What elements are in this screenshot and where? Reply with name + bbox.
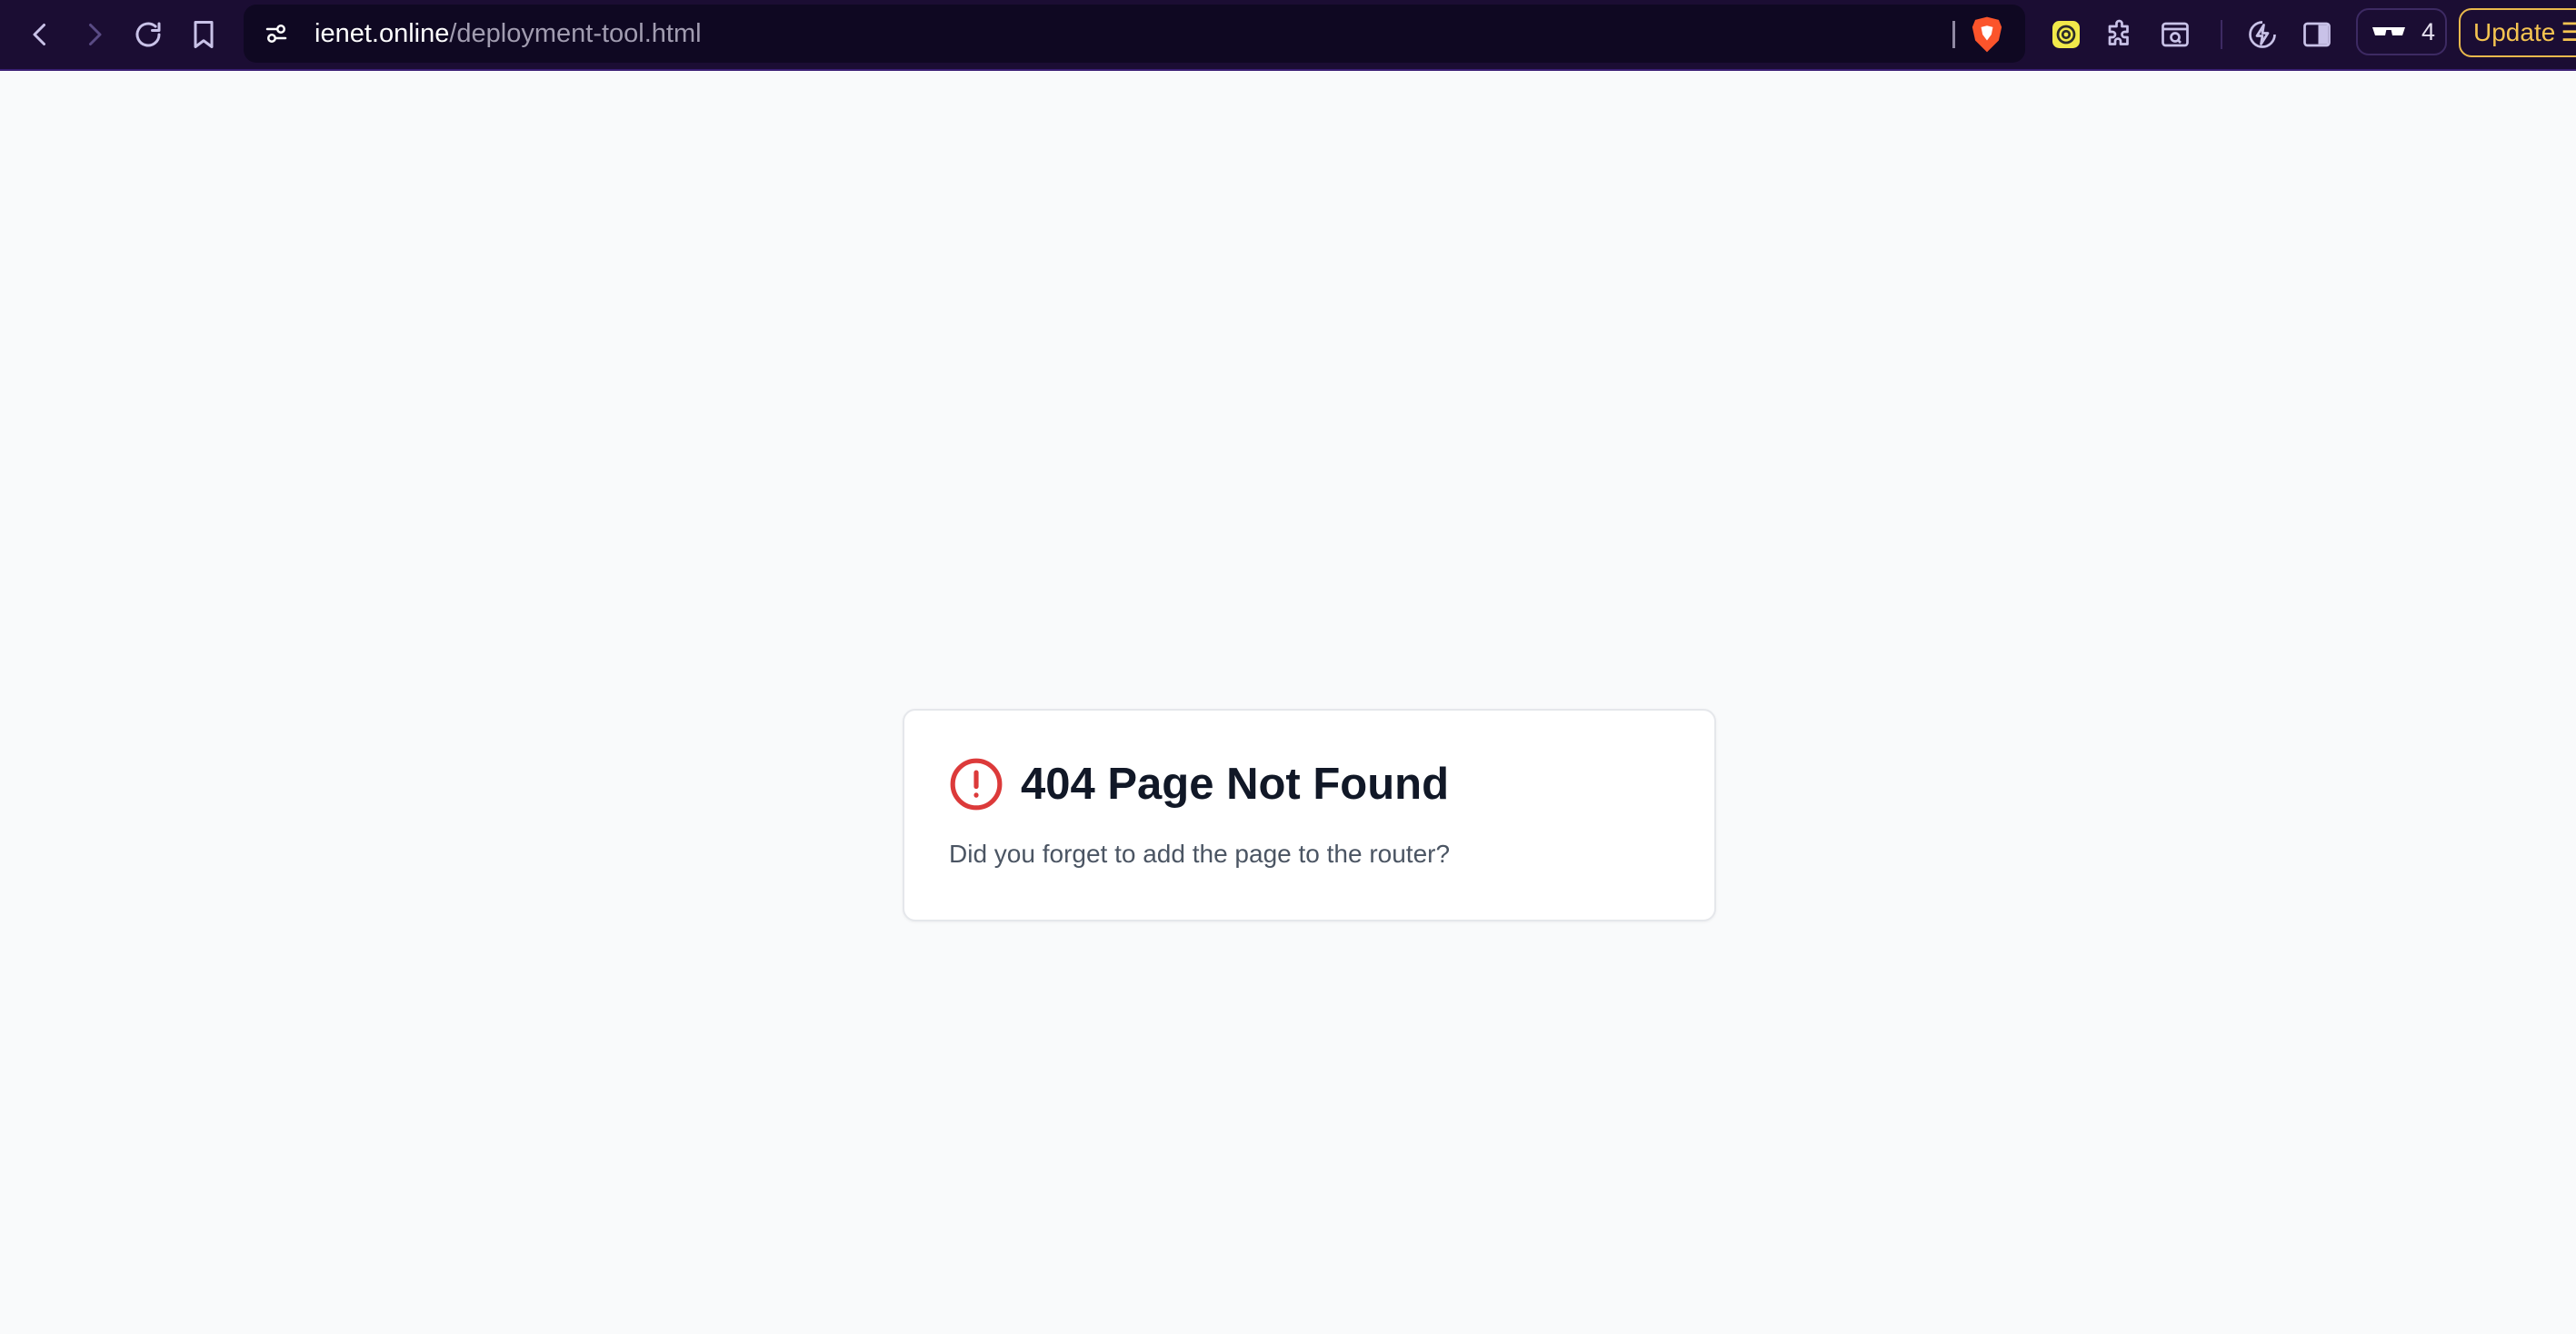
leo-icon — [2249, 21, 2276, 48]
sidebar-button[interactable] — [2295, 13, 2339, 56]
url-text[interactable]: ienet.online/deployment-tool.html — [315, 5, 702, 63]
reload-button[interactable] — [125, 11, 172, 58]
error-title: 404 Page Not Found — [1021, 760, 1450, 809]
extensions-button[interactable] — [2099, 13, 2142, 56]
chevron-right-icon — [89, 24, 102, 45]
bookmark-button[interactable] — [180, 11, 227, 58]
page-search-icon — [2162, 22, 2189, 47]
tune-icon — [265, 25, 287, 43]
error-card: 404 Page Not Found Did you forget to add… — [903, 709, 1716, 921]
address-bar[interactable]: ienet.online/deployment-tool.html — [244, 5, 2025, 63]
forward-button[interactable] — [71, 11, 118, 58]
puzzle-icon — [2108, 19, 2129, 45]
update-label: Update — [2473, 18, 2556, 46]
yellow-extension-button[interactable] — [2044, 13, 2088, 56]
url-path: /deployment-tool.html — [449, 19, 702, 48]
site-info-button[interactable] — [256, 14, 296, 54]
page-search-button[interactable] — [2153, 13, 2197, 56]
window-count: 4 — [2421, 17, 2436, 45]
update-button[interactable]: Update☰ — [2459, 8, 2576, 57]
glasses-icon — [2372, 27, 2405, 35]
toolbar-divider — [2221, 20, 2222, 49]
error-message: Did you forget to add the page to the ro… — [949, 840, 1451, 868]
back-button[interactable] — [16, 11, 64, 58]
brave-shield-icon[interactable] — [1969, 15, 2005, 54]
alert-circle-icon — [950, 758, 1003, 811]
text-cursor — [1952, 21, 1955, 48]
url-host: ienet.online — [315, 19, 450, 48]
browser-toolbar: ienet.online/deployment-tool.html 4 Upda… — [0, 0, 2576, 71]
yellow-extension-icon — [2052, 21, 2080, 48]
reload-icon — [135, 22, 161, 47]
sidebar-icon — [2303, 22, 2331, 47]
chevron-left-icon — [33, 24, 45, 45]
private-windows-button[interactable]: 4 — [2356, 8, 2447, 55]
bookmark-icon — [194, 21, 214, 48]
leo-button[interactable] — [2241, 13, 2284, 56]
menu-icon: ☰ — [2561, 18, 2576, 46]
